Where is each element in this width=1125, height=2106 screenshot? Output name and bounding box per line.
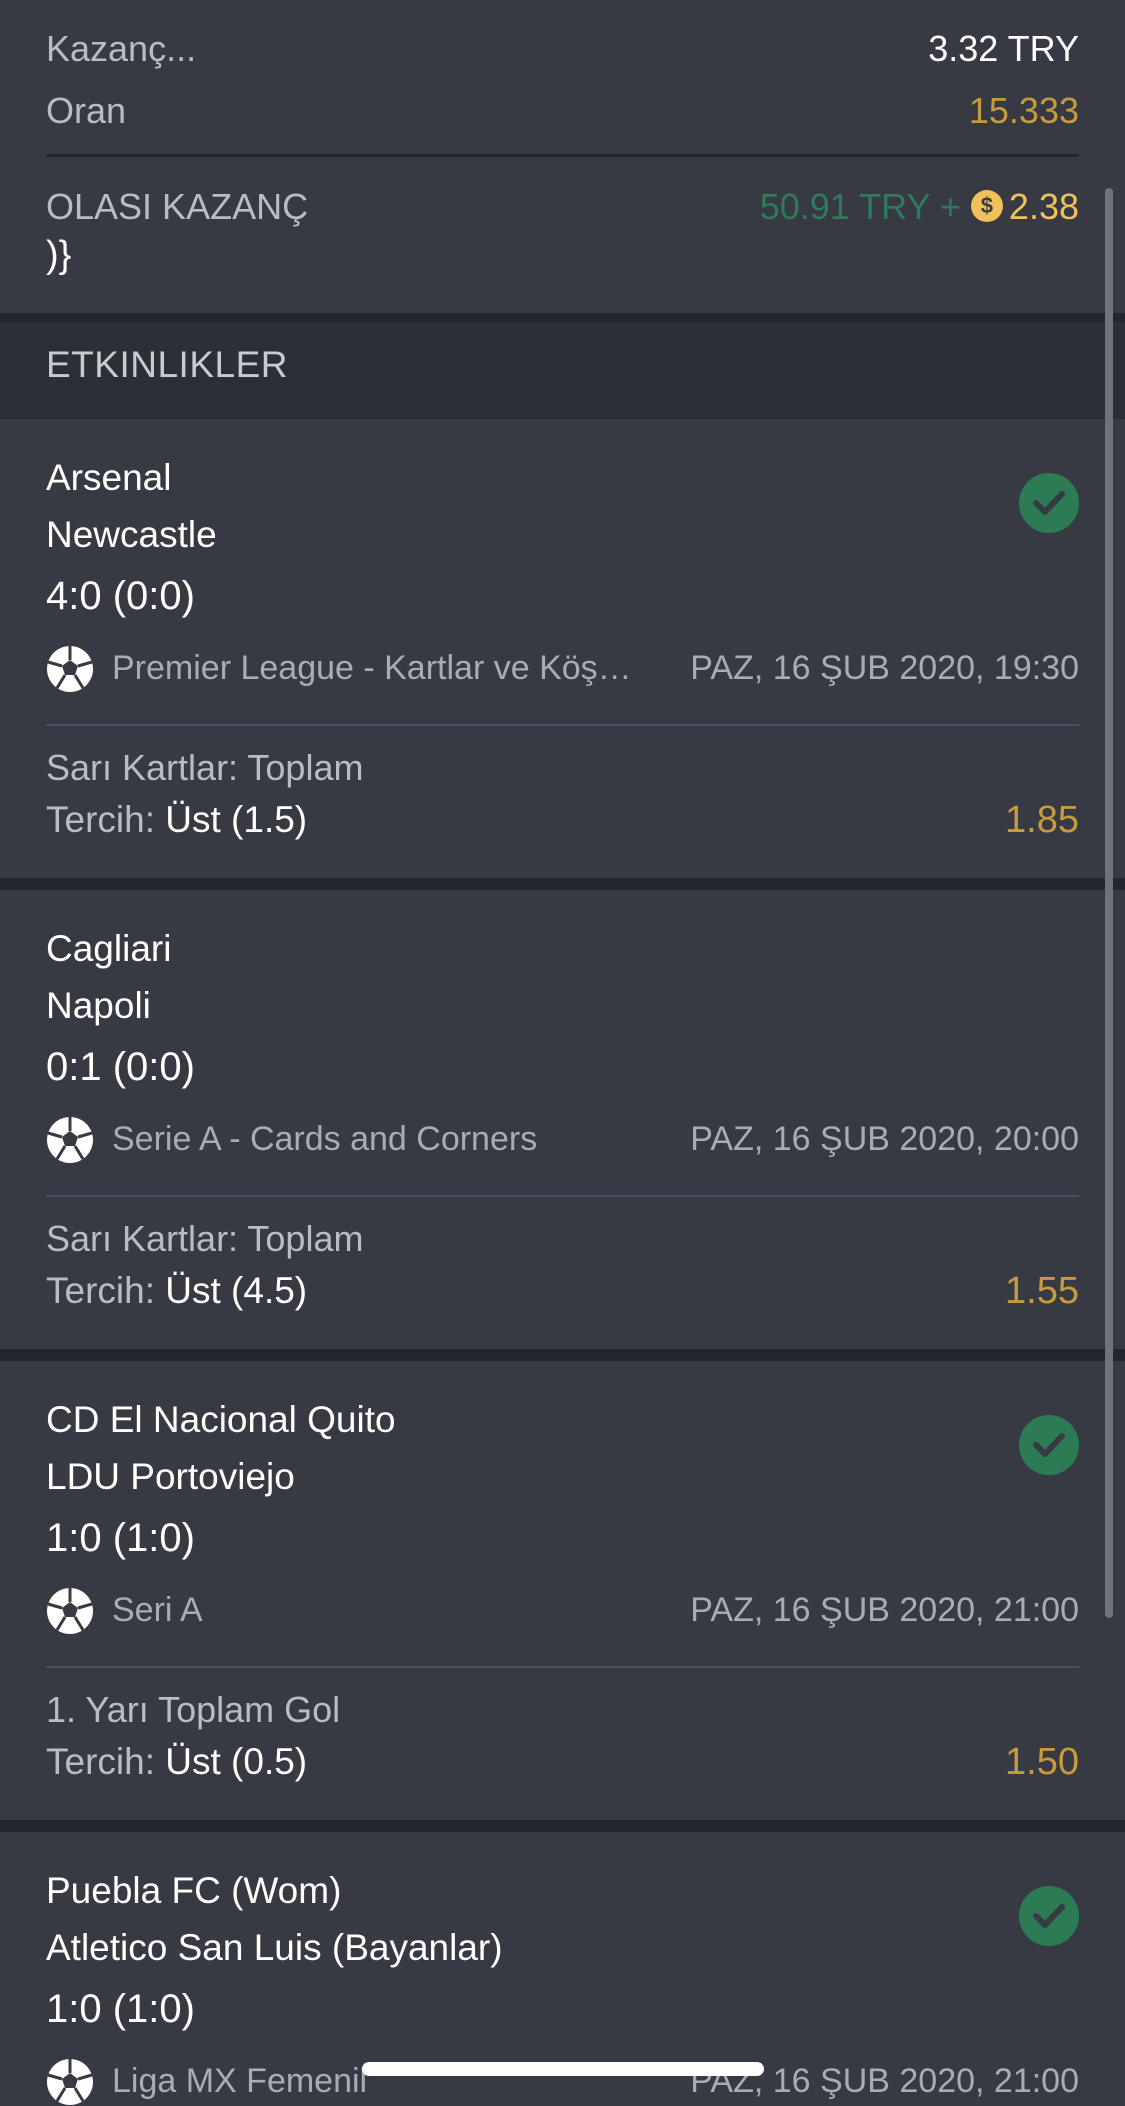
team-away: Atletico San Luis (Bayanlar) (46, 1927, 503, 1968)
selection-value: Üst (4.5) (165, 1270, 308, 1311)
selection: Tercih: Üst (0.5) (46, 1741, 307, 1783)
card-divider (46, 1195, 1079, 1197)
selection-odds: 1.85 (1005, 799, 1079, 841)
team-away: Newcastle (46, 514, 217, 555)
card-divider (46, 1666, 1079, 1668)
team-home: CD El Nacional Quito (46, 1399, 396, 1440)
stake-label: Kazanç... (46, 28, 197, 69)
selection-label: Tercih: (46, 799, 155, 840)
selection-odds: 1.55 (1005, 1270, 1079, 1312)
bonus-coin-icon: $ (970, 190, 1003, 223)
event-card[interactable]: Arsenal Newcastle 4:0 (0:0) Premier Leag… (0, 419, 1125, 878)
potential-win-row: OLASI KAZANÇ 50.91 TRY + $2.38 (46, 186, 1079, 236)
match-score: 1:0 (1:0) (46, 1516, 195, 1560)
team-home: Arsenal (46, 457, 172, 498)
match-score: 1:0 (1:0) (46, 1987, 195, 2031)
home-indicator[interactable] (362, 2062, 764, 2076)
match-date: PAZ, 16 ŞUB 2020, 21:00 (690, 1591, 1079, 1629)
total-odds-value: 15.333 (968, 90, 1079, 131)
stray-text: )} (46, 234, 72, 276)
soccer-ball-icon (47, 646, 93, 692)
selection-odds: 1.50 (1005, 1741, 1079, 1783)
selection: Tercih: Üst (1.5) (46, 799, 307, 841)
team-away: LDU Portoviejo (46, 1456, 295, 1497)
league-name: Premier League - Kartlar ve Köşe Vuruşla… (112, 649, 642, 687)
selection-label: Tercih: (46, 1741, 155, 1782)
total-odds-label: Oran (46, 90, 127, 131)
potential-win-label: OLASI KAZANÇ (46, 186, 309, 227)
summary-divider (46, 154, 1079, 157)
soccer-ball-icon (47, 2059, 93, 2105)
stake-row: Kazanç... 3.32 TRY (46, 28, 1079, 78)
selection-value: Üst (0.5) (165, 1741, 308, 1782)
potential-win-value: 50.91 TRY + (759, 186, 961, 227)
stake-value: 3.32 TRY (928, 28, 1079, 69)
odds-row: Oran 15.333 (46, 90, 1079, 140)
soccer-ball-icon (47, 1117, 93, 1163)
bonus-value: 2.38 (1008, 186, 1079, 227)
selection-label: Tercih: (46, 1270, 155, 1311)
soccer-ball-icon (47, 1588, 93, 1634)
league-name: Seri A (112, 1591, 203, 1629)
won-check-icon (1019, 473, 1079, 533)
event-card[interactable]: Cagliari Napoli 0:1 (0:0) Serie A - Card… (0, 890, 1125, 1349)
selection-value: Üst (1.5) (165, 799, 308, 840)
potential-win-amount: 50.91 TRY + $2.38 (760, 186, 1079, 228)
match-score: 0:1 (0:0) (46, 1045, 195, 1089)
market-name: Sarı Kartlar: Toplam (46, 1218, 364, 1259)
selection: Tercih: Üst (4.5) (46, 1270, 307, 1312)
team-home: Puebla FC (Wom) (46, 1870, 342, 1911)
league-name: Serie A - Cards and Corners (112, 1120, 538, 1158)
won-check-icon (1019, 1886, 1079, 1946)
market-name: Sarı Kartlar: Toplam (46, 747, 364, 788)
card-separator (0, 1349, 1125, 1361)
events-header-title: ETKINLIKLER (46, 344, 288, 385)
market-name: 1. Yarı Toplam Gol (46, 1689, 341, 1730)
match-date: PAZ, 16 ŞUB 2020, 20:00 (690, 1120, 1079, 1158)
match-date: PAZ, 16 ŞUB 2020, 19:30 (690, 649, 1079, 687)
team-away: Napoli (46, 985, 151, 1026)
team-home: Cagliari (46, 928, 172, 969)
card-separator (0, 1820, 1125, 1832)
event-card[interactable]: CD El Nacional Quito LDU Portoviejo 1:0 … (0, 1361, 1125, 1820)
match-score: 4:0 (0:0) (46, 574, 195, 618)
events-header: ETKINLIKLER (0, 322, 1125, 415)
bet-summary: Kazanç... 3.32 TRY Oran 15.333 OLASI KAZ… (0, 0, 1125, 313)
card-divider (46, 724, 1079, 726)
card-separator (0, 878, 1125, 890)
scrollbar[interactable] (1105, 188, 1113, 1618)
won-check-icon (1019, 1415, 1079, 1475)
section-separator (0, 313, 1125, 322)
